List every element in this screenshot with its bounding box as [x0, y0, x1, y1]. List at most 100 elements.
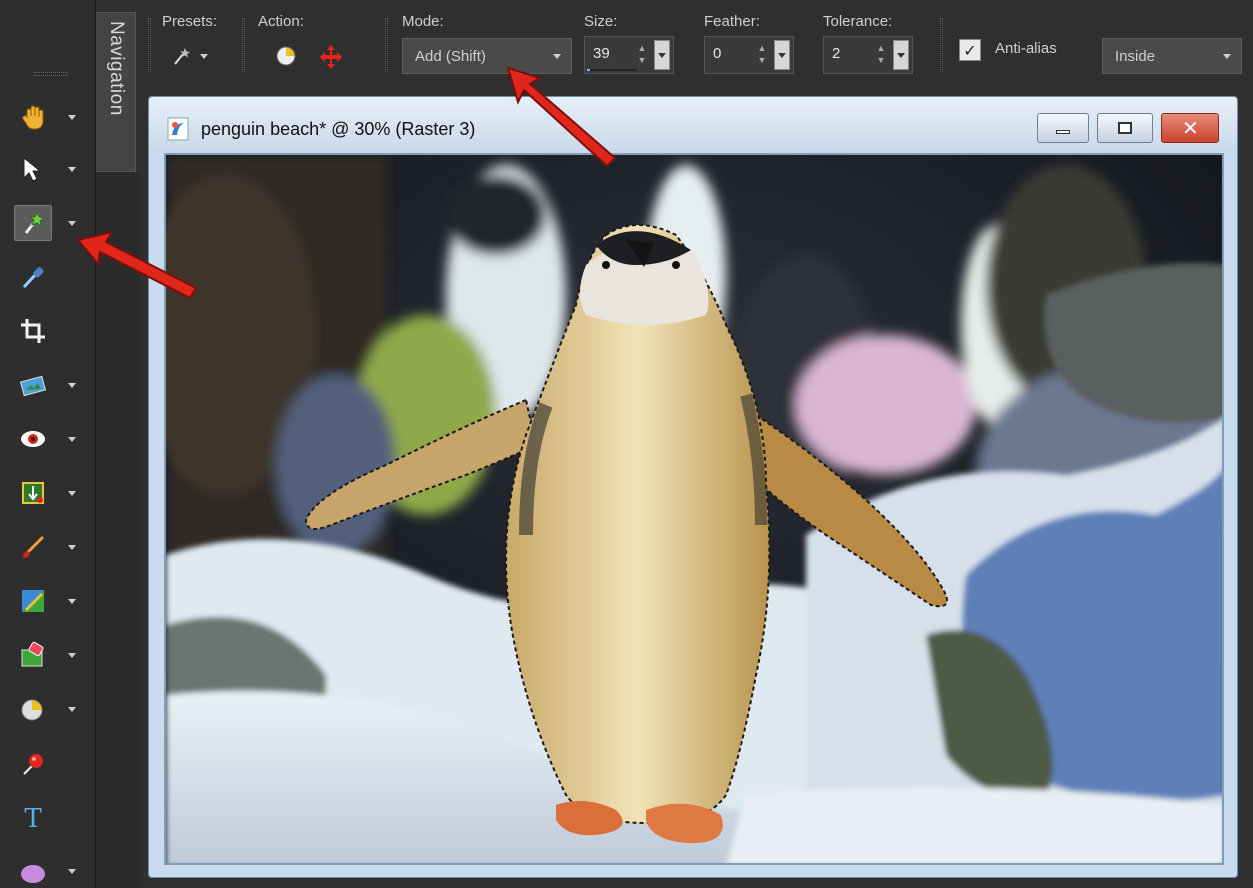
text-icon: T: [24, 804, 42, 832]
mode-value: Add (Shift): [415, 47, 486, 65]
minimize-icon: [1056, 130, 1070, 134]
image-canvas[interactable]: [164, 153, 1224, 865]
hand-icon: [22, 105, 44, 130]
size-dropdown-button[interactable]: [654, 40, 670, 70]
separator: [385, 18, 388, 72]
tool-dodge[interactable]: [14, 690, 94, 728]
anti-alias-mode-dropdown[interactable]: Inside: [1102, 38, 1242, 74]
eraser-icon: [21, 641, 44, 667]
tool-magic-wand[interactable]: [14, 204, 94, 242]
tool-crop[interactable]: [14, 312, 94, 350]
chevron-down-icon[interactable]: [68, 436, 76, 442]
penguin-photo: [166, 155, 1222, 863]
chevron-down-icon[interactable]: [68, 868, 76, 874]
presets-dropdown[interactable]: [172, 46, 208, 66]
dodge-icon: [21, 699, 43, 721]
separator: [940, 18, 943, 72]
tool-paint-brush[interactable]: [14, 528, 94, 566]
action-label: Action:: [258, 13, 304, 30]
spin-arrows-icon[interactable]: ▲ ▼: [874, 42, 888, 68]
select-all-icon: [276, 46, 296, 66]
chevron-down-icon[interactable]: [68, 544, 76, 550]
makeover-icon: [22, 482, 44, 504]
size-stepper[interactable]: 39 ▲ ▼: [584, 36, 674, 74]
side-panel-strip: [96, 172, 140, 888]
tool-text[interactable]: T: [14, 798, 94, 836]
tool-red-eye[interactable]: [14, 420, 94, 458]
chevron-down-icon[interactable]: [68, 382, 76, 388]
magic-wand-icon: [24, 210, 46, 234]
chevron-down-icon[interactable]: [68, 114, 76, 120]
chevron-down-icon: [200, 53, 208, 59]
eye-icon: [21, 431, 45, 447]
anti-alias-checkbox[interactable]: ✓: [959, 39, 981, 61]
tool-shape[interactable]: [14, 852, 94, 888]
chevron-down-icon[interactable]: [68, 166, 76, 172]
select-all-button[interactable]: [274, 44, 298, 72]
size-value: 39: [593, 45, 610, 62]
close-button[interactable]: ✕: [1161, 113, 1219, 143]
tool-options-bar: Presets: Action: Mode: Add (Shift) Size:…: [140, 0, 1253, 88]
crop-icon: [21, 319, 45, 343]
tool-makeover[interactable]: [14, 474, 94, 512]
chevron-down-icon[interactable]: [68, 490, 76, 496]
navigation-tab-label: Navigation: [106, 21, 127, 116]
mode-label: Mode:: [402, 13, 444, 30]
restore-button[interactable]: [1097, 113, 1153, 143]
separator: [242, 18, 245, 72]
tool-color-replacer[interactable]: [14, 744, 94, 782]
document-window: penguin beach* @ 30% (Raster 3) ✕: [148, 96, 1238, 878]
pin-icon: [23, 754, 43, 775]
brush-icon: [23, 535, 45, 558]
mode-dropdown[interactable]: Add (Shift): [402, 38, 572, 74]
psp-document-icon: [167, 117, 189, 141]
tool-pick[interactable]: [14, 150, 94, 188]
tolerance-label: Tolerance:: [823, 13, 893, 30]
close-icon: ✕: [1182, 116, 1199, 140]
document-titlebar[interactable]: penguin beach* @ 30% (Raster 3) ✕: [149, 97, 1237, 153]
selection-move-button[interactable]: [318, 44, 344, 74]
navigation-tab[interactable]: Navigation: [96, 12, 136, 172]
tolerance-stepper[interactable]: 2 ▲ ▼: [823, 36, 913, 74]
tool-clone-brush[interactable]: [14, 582, 94, 620]
tool-eraser[interactable]: [14, 636, 94, 674]
chevron-down-icon[interactable]: [68, 652, 76, 658]
dropper-icon: [22, 267, 44, 289]
tolerance-value: 2: [832, 45, 841, 62]
clone-brush-icon: [22, 590, 44, 612]
checkmark-icon: ✓: [963, 40, 977, 60]
straighten-icon: [19, 375, 47, 397]
feather-stepper[interactable]: 0 ▲ ▼: [704, 36, 794, 74]
anti-alias-label: Anti-alias: [995, 40, 1057, 57]
magic-wand-icon: [174, 48, 190, 65]
tool-pan[interactable]: [14, 98, 94, 136]
spin-arrows-icon[interactable]: ▲ ▼: [755, 42, 769, 68]
tool-straighten[interactable]: [14, 366, 94, 404]
document-title: penguin beach* @ 30% (Raster 3): [201, 119, 476, 139]
size-label: Size:: [584, 13, 618, 30]
chevron-down-icon[interactable]: [68, 220, 76, 226]
tolerance-dropdown-button[interactable]: [893, 40, 909, 70]
restore-icon: [1118, 122, 1132, 134]
spin-arrows-icon[interactable]: ▲ ▼: [635, 42, 649, 68]
minimize-button[interactable]: [1037, 113, 1089, 143]
size-slider[interactable]: [587, 69, 637, 71]
feather-label: Feather:: [704, 13, 760, 30]
tool-dropper[interactable]: [14, 258, 94, 296]
presets-label: Presets:: [162, 13, 218, 30]
feather-value: 0: [713, 45, 722, 62]
feather-dropdown-button[interactable]: [774, 40, 790, 70]
paintshop-window: T Navigation Presets: Action: Mode: Add …: [0, 0, 1253, 888]
chevron-down-icon[interactable]: [68, 598, 76, 604]
tools-toolbar: T: [0, 0, 96, 888]
svg-text:T: T: [24, 804, 42, 832]
anti-alias-mode-value: Inside: [1115, 47, 1156, 65]
move-arrows-icon: [320, 45, 342, 69]
toolbar-grip[interactable]: [34, 72, 68, 76]
chevron-down-icon: [553, 54, 561, 59]
ellipse-icon: [21, 865, 45, 883]
options-grip: [148, 18, 151, 72]
chevron-down-icon: [1223, 54, 1231, 59]
arrow-pointer-icon: [23, 156, 42, 182]
chevron-down-icon[interactable]: [68, 706, 76, 712]
